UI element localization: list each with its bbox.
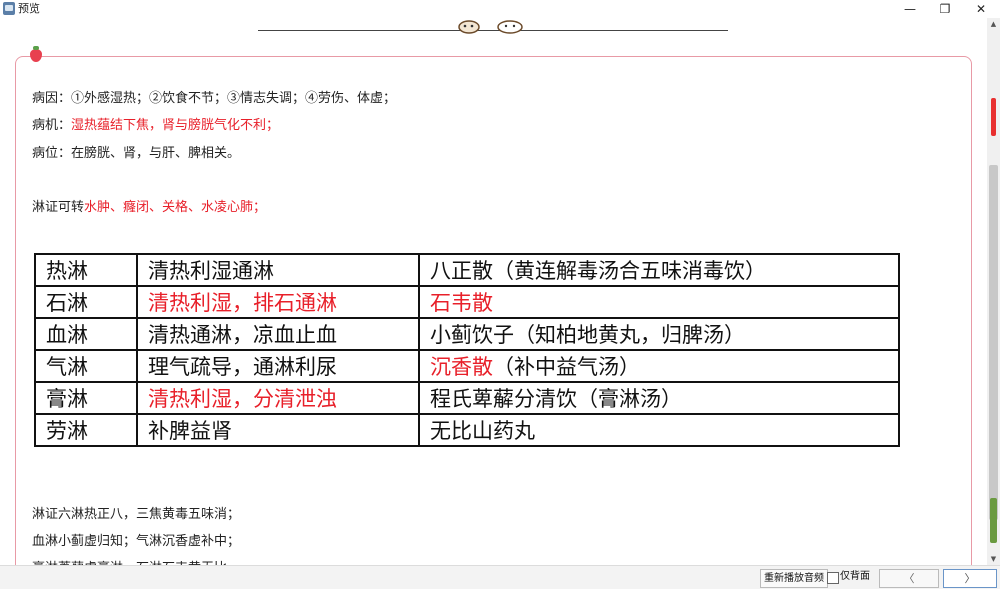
table-row: 热淋 清热利湿通淋 八正散（黄连解毒汤合五味消毒饮） <box>34 253 900 287</box>
only-back-checkbox[interactable] <box>827 572 839 584</box>
formula-table: 热淋 清热利湿通淋 八正散（黄连解毒汤合五味消毒饮） 石淋 清热利湿，排石通淋 … <box>34 253 900 447</box>
method-cell: 清热利湿通淋 <box>136 253 420 287</box>
method-cell: 理气疏导，通淋利尿 <box>136 349 420 383</box>
syndrome-cell: 膏淋 <box>34 381 138 415</box>
mechanism-label: 病机： <box>32 118 72 133</box>
app-icon <box>3 2 15 15</box>
close-button[interactable]: ✕ <box>966 0 996 18</box>
formula-cell: 无比山药丸 <box>418 413 900 447</box>
minimize-button[interactable]: — <box>895 0 925 18</box>
scrollbar-thumb[interactable] <box>989 165 998 520</box>
mnemonic-line-3: 膏淋萆薢虚膏淋，石淋石韦黄无比 <box>32 557 227 565</box>
method-cell: 清热通淋，凉血止血 <box>136 317 420 351</box>
formula-main: 小蓟饮子 <box>430 323 514 347</box>
formula-main: 程氏萆薢分清饮 <box>430 387 577 411</box>
syndrome-cell: 热淋 <box>34 253 138 287</box>
formula-rest: （补中益气汤） <box>493 355 640 379</box>
mnemonic-line-1: 淋证六淋热正八，三焦黄毒五味消； <box>32 507 241 522</box>
formula-cell: 八正散（黄连解毒汤合五味消毒饮） <box>418 253 900 287</box>
replay-audio-button[interactable]: 重新播放音频 <box>760 569 828 588</box>
restore-button[interactable]: ❐ <box>930 0 960 18</box>
formula-main: 无比山药丸 <box>430 419 535 443</box>
table-row: 石淋 清热利湿，排石通淋 石韦散 <box>34 285 900 319</box>
table-row: 血淋 清热通淋，凉血止血 小蓟饮子（知柏地黄丸，归脾汤） <box>34 317 900 351</box>
method-cell: 补脾益肾 <box>136 413 420 447</box>
syndrome-cell: 劳淋 <box>34 413 138 447</box>
formula-cell: 沉香散（补中益气汤） <box>418 349 900 383</box>
cause-line: 病因：①外感湿热；②饮食不节；③情志失调；④劳伤、体虚； <box>32 91 397 106</box>
transform-line: 淋证可转水肿、癃闭、关格、水凌心肺； <box>32 196 266 215</box>
table-row: 膏淋 清热利湿，分清泄浊 程氏萆薢分清饮（膏淋汤） <box>34 381 900 415</box>
bottom-toolbar: 重新播放音频 仅背面 〈 〉 <box>0 565 1000 589</box>
scroll-up-icon[interactable]: ▲ <box>987 18 1000 30</box>
scroll-down-icon[interactable]: ▼ <box>987 553 1000 565</box>
card-content-area: 病因：①外感湿热；②饮食不节；③情志失调；④劳伤、体虚； 病机：湿热蕴结下焦，肾… <box>0 18 987 565</box>
table-row: 气淋 理气疏导，通淋利尿 沉香散（补中益气汤） <box>34 349 900 383</box>
syndrome-cell: 气淋 <box>34 349 138 383</box>
cat-decoration-icon <box>455 18 525 38</box>
syndrome-cell: 血淋 <box>34 317 138 351</box>
mechanism-line: 病机：湿热蕴结下焦，肾与膀胱气化不利； <box>32 114 279 133</box>
scroll-level-indicator <box>990 498 997 543</box>
mechanism-value: 湿热蕴结下焦，肾与膀胱气化不利； <box>71 118 280 133</box>
title-bar: 预览 — ❐ ✕ <box>0 0 1000 18</box>
scroll-marker <box>991 98 996 136</box>
formula-rest: （知柏地黄丸，归脾汤） <box>514 323 745 347</box>
formula-rest: （膏淋汤） <box>577 387 682 411</box>
location-line: 病位：在膀胱、肾，与肝、脾相关。 <box>32 146 241 161</box>
mnemonic-line-2: 血淋小蓟虚归知；气淋沉香虚补中； <box>32 534 241 549</box>
formula-cell: 石韦散 <box>418 285 900 319</box>
method-cell: 清热利湿，排石通淋 <box>136 285 420 319</box>
method-cell: 清热利湿，分清泄浊 <box>136 381 420 415</box>
vertical-scrollbar[interactable]: ▲ ▼ <box>987 18 1000 565</box>
only-back-label: 仅背面 <box>840 571 870 582</box>
formula-main: 石韦散 <box>430 291 493 315</box>
formula-main: 八正散 <box>430 259 493 283</box>
syndrome-cell: 石淋 <box>34 285 138 319</box>
previous-button[interactable]: 〈 <box>879 569 939 588</box>
window-title: 预览 <box>18 2 40 15</box>
transform-label: 淋证可转 <box>32 200 85 215</box>
formula-rest: （黄连解毒汤合五味消毒饮） <box>493 259 766 283</box>
formula-main: 沉香散 <box>430 355 493 379</box>
next-button[interactable]: 〉 <box>943 569 997 588</box>
formula-cell: 小蓟饮子（知柏地黄丸，归脾汤） <box>418 317 900 351</box>
transform-value: 水肿、癃闭、关格、水凌心肺； <box>84 200 267 215</box>
table-row: 劳淋 补脾益肾 无比山药丸 <box>34 413 900 447</box>
formula-cell: 程氏萆薢分清饮（膏淋汤） <box>418 381 900 415</box>
